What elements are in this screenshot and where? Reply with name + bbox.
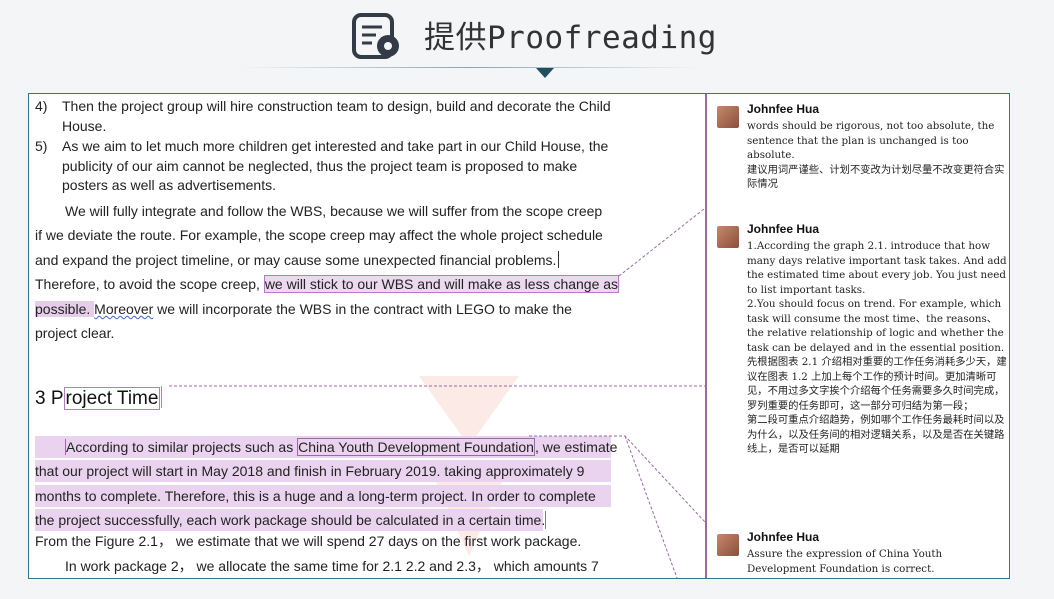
comment-author: Johnfee Hua bbox=[747, 222, 820, 236]
comment-connector bbox=[529, 435, 706, 523]
title-divider bbox=[240, 67, 700, 68]
comment-author: Johnfee Hua bbox=[747, 530, 820, 544]
comment-body: Assure the expression of China Youth Dev… bbox=[747, 548, 943, 575]
comment-author: Johnfee Hua bbox=[747, 102, 820, 116]
comment-balloon[interactable]: Johnfee Hua words should be rigorous, no… bbox=[713, 102, 1004, 192]
document-screenshot: 4) Then the project group will hire cons… bbox=[28, 93, 1010, 579]
document-gear-icon bbox=[352, 13, 399, 59]
comment-connector bbox=[624, 435, 678, 578]
comment-body: words should be rigorous, not too absolu… bbox=[747, 120, 1005, 190]
comment-body: 1.According the graph 2.1. introduce tha… bbox=[747, 240, 1007, 455]
title-divider-arrow bbox=[536, 68, 554, 78]
comment-connector bbox=[618, 208, 706, 277]
avatar bbox=[717, 534, 739, 556]
comment-balloon[interactable]: Johnfee Hua Assure the expression of Chi… bbox=[713, 530, 1003, 578]
slide-header: 提供Proofreading bbox=[0, 0, 1054, 80]
avatar bbox=[717, 226, 739, 248]
comment-balloon[interactable]: Johnfee Hua 1.According the graph 2.1. i… bbox=[713, 222, 1007, 522]
page-title: 提供Proofreading bbox=[424, 20, 717, 56]
avatar bbox=[717, 106, 739, 128]
comment-pane: Johnfee Hua words should be rigorous, no… bbox=[707, 94, 1009, 578]
